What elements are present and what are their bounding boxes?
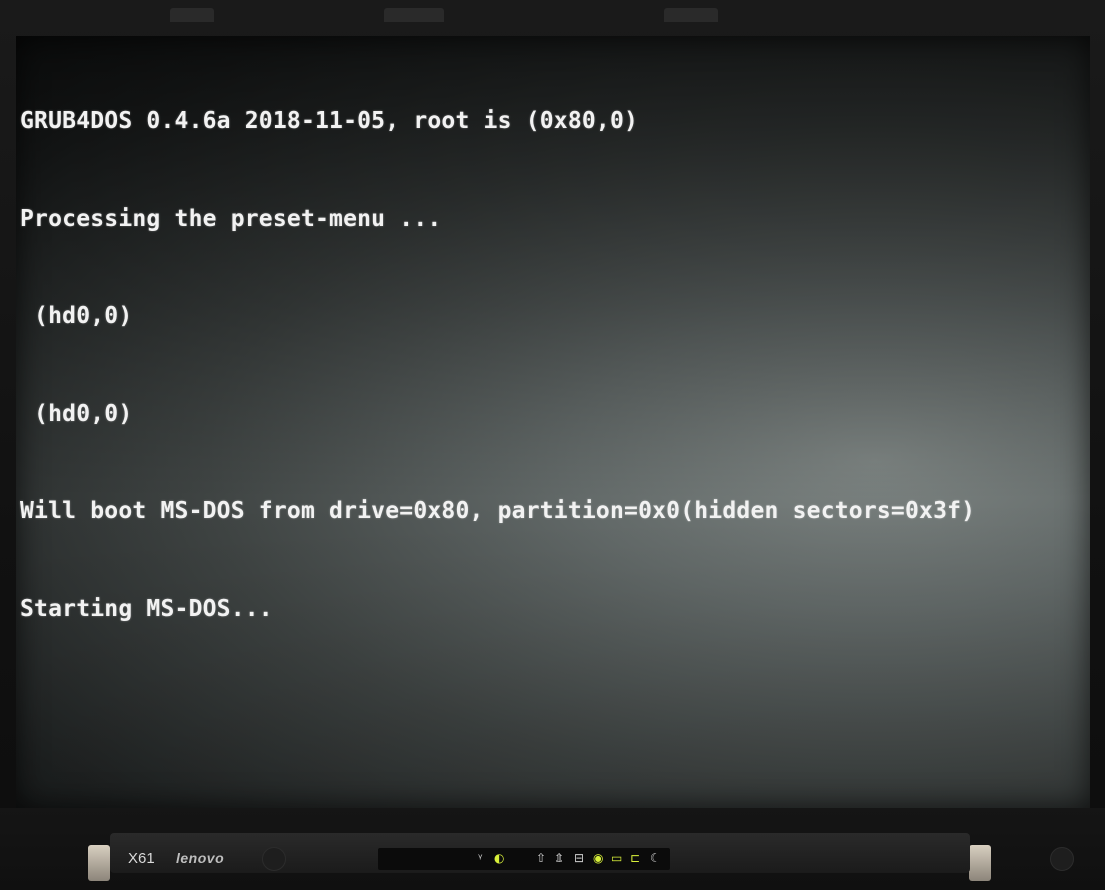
- wireless-on-icon: ◐: [494, 851, 505, 865]
- power-icon: ◉: [593, 851, 604, 865]
- round-button-icon[interactable]: [1050, 847, 1074, 871]
- console-line-6: Starting MS-DOS...: [20, 595, 273, 622]
- ac-power-icon: ⊏: [630, 851, 641, 865]
- console-line-5: Will boot MS-DOS from drive=0x80, partit…: [20, 498, 976, 524]
- battery-icon: ▭: [611, 851, 623, 865]
- wireless-icon: ᵞ: [478, 851, 483, 865]
- boot-screen: GRUB4DOS 0.4.6a 2018-11-05, root is (0x8…: [16, 36, 1090, 808]
- left-latch: [88, 845, 110, 881]
- brand-logo: lenovo: [176, 850, 225, 866]
- round-button-icon[interactable]: [262, 847, 286, 871]
- console-line-1: GRUB4DOS 0.4.6a 2018-11-05, root is (0x8…: [20, 108, 639, 134]
- model-label: X61: [128, 850, 155, 867]
- sleep-moon-icon: ☾: [650, 851, 661, 865]
- caps-lock-icon: ⇧: [536, 851, 547, 865]
- led-indicator-panel: [378, 848, 670, 870]
- console-line-4: (hd0,0): [20, 400, 133, 427]
- right-latch: [969, 845, 991, 881]
- top-bezel-tab: [664, 8, 718, 22]
- num-lock-icon: ⇭: [554, 851, 565, 865]
- console-line-2: Processing the preset-menu ...: [20, 205, 442, 232]
- boot-console: GRUB4DOS 0.4.6a 2018-11-05, root is (0x8…: [16, 36, 1090, 690]
- top-bezel-tab: [384, 8, 444, 22]
- disk-activity-icon: ⊟: [574, 851, 585, 865]
- top-bezel-tab: [170, 8, 214, 22]
- laptop-frame: GRUB4DOS 0.4.6a 2018-11-05, root is (0x8…: [0, 0, 1105, 890]
- console-line-3: (hd0,0): [20, 303, 133, 329]
